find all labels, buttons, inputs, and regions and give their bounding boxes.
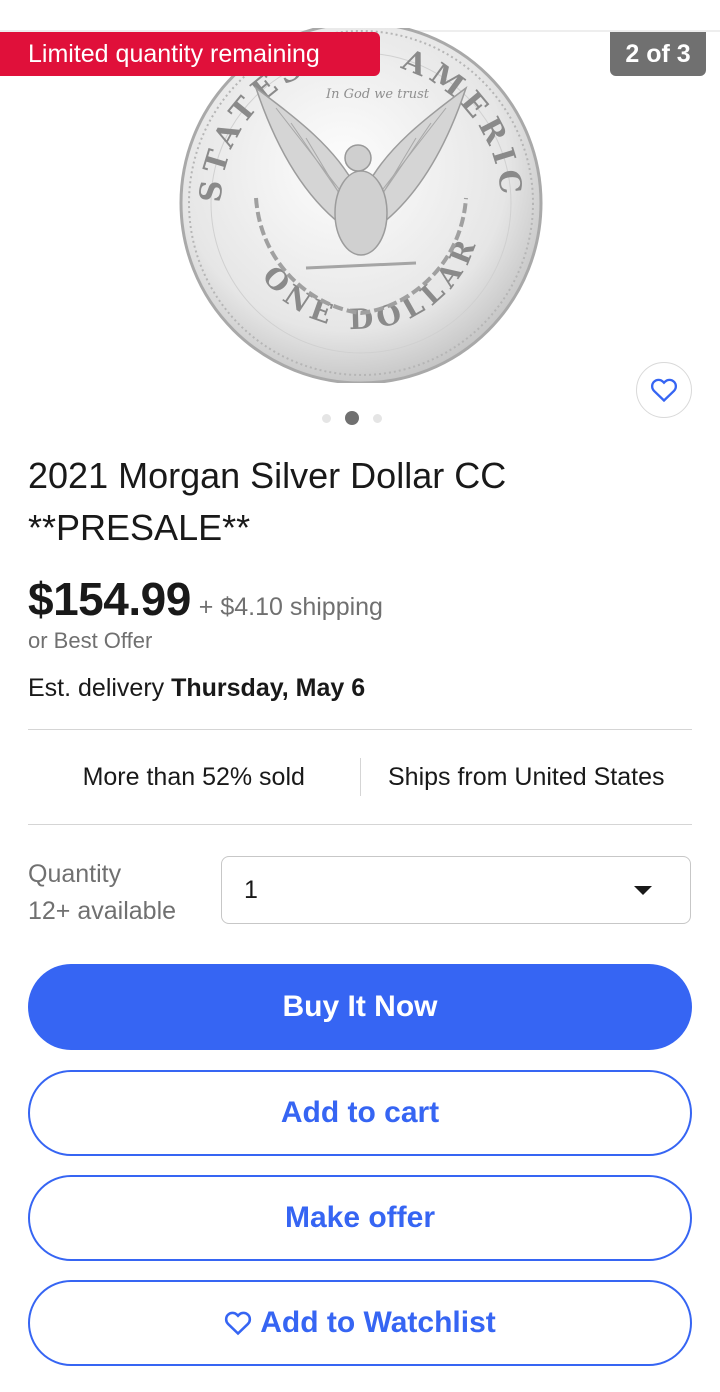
- pagination-dot-active[interactable]: [345, 411, 359, 425]
- quantity-label: Quantity: [28, 860, 122, 888]
- image-gallery[interactable]: STATES OF AMERICA ONE DOLLAR In God we t…: [0, 0, 720, 440]
- shipping-cost: + $4.10 shipping: [198, 593, 383, 621]
- pagination-dot[interactable]: [322, 413, 331, 423]
- image-counter: 2 of 3: [610, 32, 706, 76]
- delivery-date: Thursday, May 6: [171, 674, 366, 702]
- add-to-cart-label: Add to cart: [280, 1096, 440, 1129]
- listing-highlights: More than 52% sold Ships from United Sta…: [28, 730, 692, 824]
- quantity-select[interactable]: 1: [221, 856, 691, 924]
- buy-it-now-label: Buy It Now: [282, 990, 438, 1023]
- best-offer-text: or Best Offer: [28, 628, 153, 653]
- estimated-delivery: Est. delivery Thursday, May 6: [28, 674, 365, 703]
- add-to-watchlist-button[interactable]: Add to Watchlist: [28, 1280, 692, 1366]
- watch-heart-button[interactable]: [636, 362, 692, 418]
- sold-percentage: More than 52% sold: [82, 762, 305, 791]
- limited-quantity-badge: Limited quantity remaining: [0, 32, 380, 76]
- add-to-cart-button[interactable]: Add to cart: [28, 1070, 692, 1156]
- quantity-label-group: Quantity 12+ available: [28, 856, 176, 930]
- divider: [28, 824, 692, 825]
- make-offer-button[interactable]: Make offer: [28, 1175, 692, 1261]
- listing-title: 2021 Morgan Silver Dollar CC **PRESALE**: [28, 455, 507, 548]
- heart-icon: [650, 378, 678, 403]
- pagination-dot[interactable]: [373, 413, 382, 423]
- gallery-pagination: [322, 410, 402, 426]
- add-to-watchlist-label: Add to Watchlist: [260, 1306, 496, 1339]
- quantity-available: 12+ available: [28, 897, 177, 925]
- coin-image[interactable]: STATES OF AMERICA ONE DOLLAR In God we t…: [160, 1, 546, 385]
- chevron-down-icon: [634, 886, 652, 895]
- buy-it-now-button[interactable]: Buy It Now: [28, 964, 692, 1050]
- heart-icon: [225, 1311, 252, 1336]
- price-row: $154.99 + $4.10 shipping: [28, 572, 383, 626]
- coin-motto: In God we trust: [325, 87, 430, 102]
- price: $154.99: [28, 573, 191, 625]
- make-offer-label: Make offer: [284, 1201, 436, 1234]
- ships-from: Ships from United States: [387, 762, 665, 791]
- quantity-value: 1: [244, 875, 258, 904]
- delivery-prefix: Est. delivery: [28, 674, 172, 702]
